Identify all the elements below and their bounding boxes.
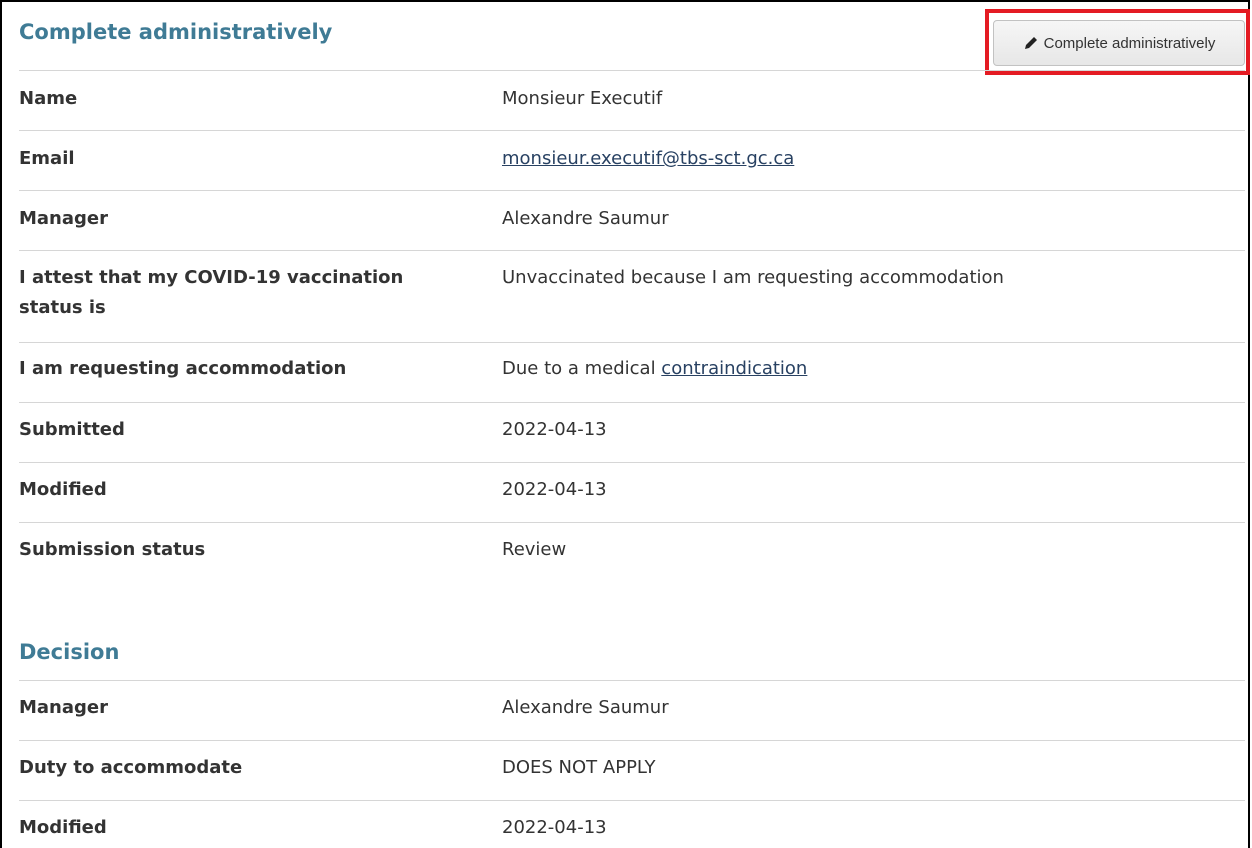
row-label-modified: Modified [19,479,107,500]
complete-administratively-button-label: Complete administratively [1043,34,1216,52]
email-link[interactable]: monsieur.executif@tbs-sct.gc.ca [502,148,794,169]
row-label-duty-to-accommodate: Duty to accommodate [19,757,243,778]
accommodation-reason-text: Due to a medical [502,358,662,379]
row-label-decision-modified: Modified [19,817,107,838]
divider [19,740,1245,741]
row-label-submitted: Submitted [19,419,125,440]
row-value-modified: 2022-04-13 [502,479,607,500]
row-label-manager: Manager [19,208,108,229]
row-value-decision-modified: 2022-04-13 [502,817,607,838]
row-value-name: Monsieur Executif [502,88,663,109]
divider [19,250,1245,251]
row-label-vaccination-status: I attest that my COVID-19 vaccination st… [19,267,404,318]
row-value-requesting-accommodation: Due to a medical contraindication [502,354,1242,384]
divider [19,190,1245,191]
row-label-name: Name [19,88,78,109]
divider [19,680,1245,681]
row-value-manager: Alexandre Saumur [502,208,669,229]
divider [19,402,1245,403]
contraindication-link[interactable]: contraindication [661,358,807,379]
section-title-decision: Decision [19,640,120,664]
row-value-duty-to-accommodate: DOES NOT APPLY [502,757,656,778]
divider [19,70,1245,71]
divider [19,130,1245,131]
row-value-email: monsieur.executif@tbs-sct.gc.ca [502,144,1242,174]
divider [19,800,1245,801]
section-title-complete-administratively: Complete administratively [19,20,333,44]
row-label-submission-status: Submission status [19,539,206,560]
pencil-icon [1024,37,1037,49]
row-label-decision-manager: Manager [19,697,108,718]
row-value-submitted: 2022-04-13 [502,419,607,440]
divider [19,522,1245,523]
row-label-requesting-accommodation: I am requesting accommodation [19,358,347,379]
divider [19,462,1245,463]
row-value-vaccination-status: Unvaccinated because I am requesting acc… [502,267,1004,288]
complete-administratively-button[interactable]: Complete administratively [993,20,1245,66]
row-value-submission-status: Review [502,539,567,560]
divider [19,342,1245,343]
row-value-decision-manager: Alexandre Saumur [502,697,669,718]
row-label-email: Email [19,148,75,169]
